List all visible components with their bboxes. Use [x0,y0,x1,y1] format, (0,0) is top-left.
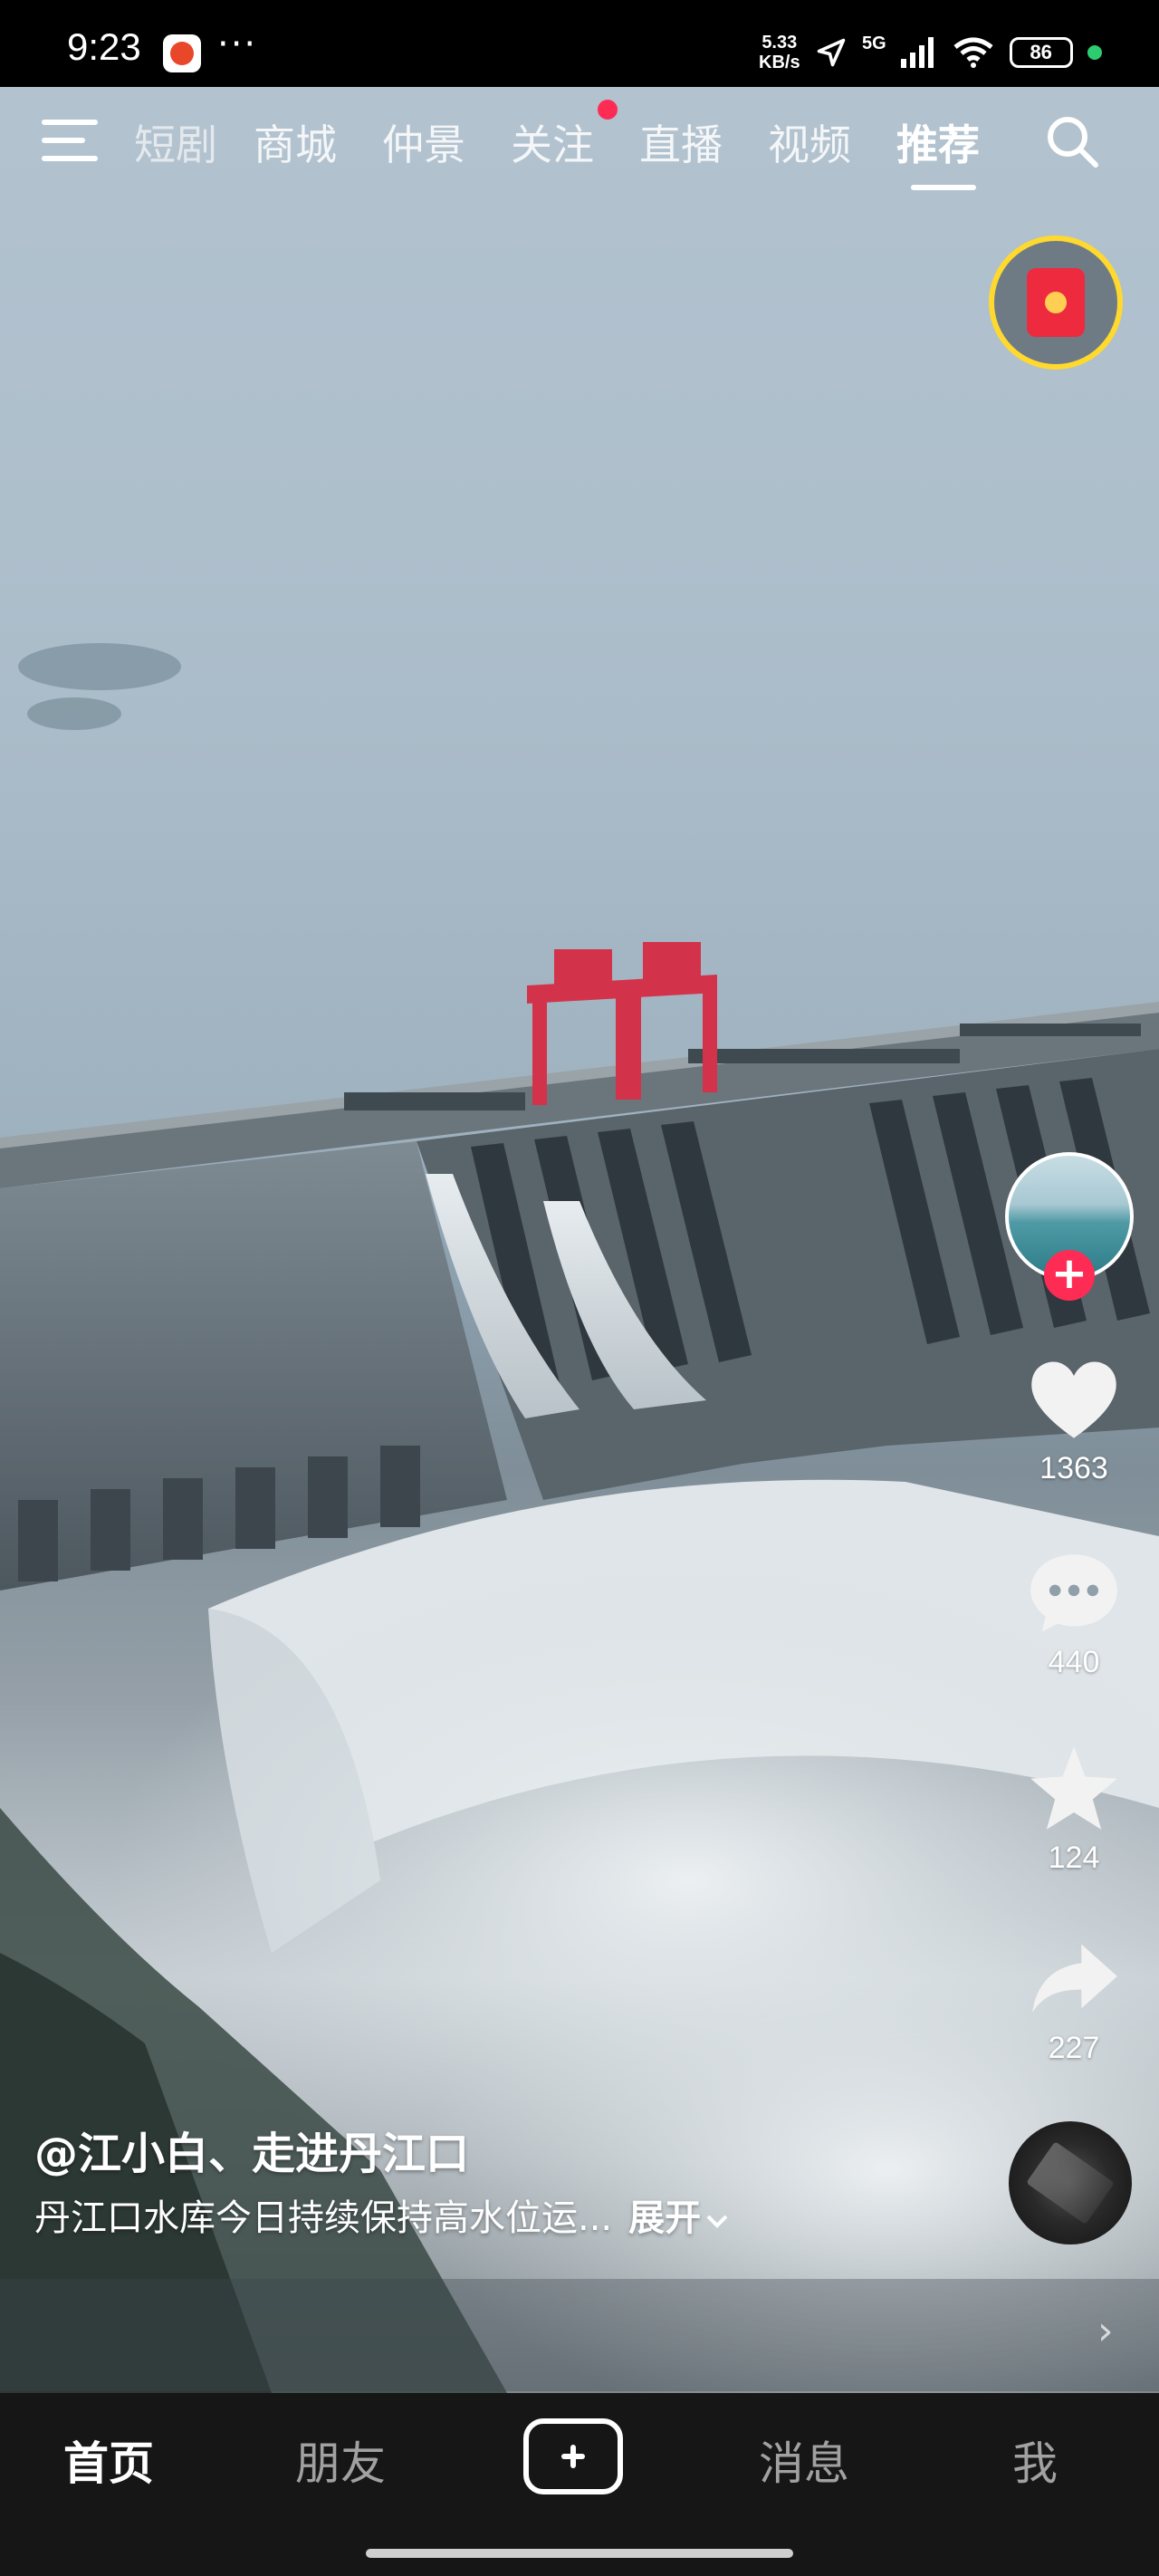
video-description[interactable]: 丹江口水库今日持续保持高水位运... 展开 [34,2188,730,2241]
more-notifications-icon: ··· [217,24,258,65]
video-player[interactable] [0,87,1159,2393]
network-speed-unit: KB/s [759,53,800,72]
tab-recommend[interactable]: 推荐 [896,112,980,172]
chevron-right-icon: › [1097,2308,1114,2354]
comment-icon[interactable] [1027,1549,1121,1636]
expand-label: 展开 [628,2197,702,2239]
favorite-action[interactable]: 124 [1014,1745,1134,1876]
nav-me[interactable]: 我 [1012,2427,1058,2493]
create-plus-button[interactable] [523,2418,623,2494]
network-speed: 5.33 KB/s [759,33,800,72]
search-icon[interactable] [1043,112,1101,170]
star-icon[interactable] [1027,1745,1121,1831]
comment-action[interactable]: 440 [1014,1549,1134,1680]
expand-link[interactable]: 展开 [628,2197,730,2239]
wifi-icon [953,37,993,68]
share-action[interactable]: 227 [1014,1935,1134,2066]
like-action[interactable]: 1363 [1014,1355,1134,1486]
comment-count: 440 [1048,1645,1100,1679]
tab-short-drama[interactable]: 短剧 [134,112,217,172]
menu-icon[interactable] [42,120,98,167]
tab-video[interactable]: 视频 [768,112,851,172]
heart-icon[interactable] [1027,1355,1121,1442]
music-disc-icon[interactable] [1009,2121,1132,2244]
favorite-count: 124 [1048,1841,1100,1875]
signal-icon [900,37,934,68]
red-envelope-icon [1027,268,1085,337]
status-time: 9:23 [67,25,141,68]
nav-friends[interactable]: 朋友 [295,2427,386,2493]
following-new-dot [598,100,618,120]
tab-zhongjing[interactable]: 仲景 [382,112,465,172]
home-indicator[interactable] [366,2549,793,2558]
active-tab-underline [911,185,976,190]
description-text: 丹江口水库今日持续保持高水位运... [34,2197,613,2239]
status-bar: 9:23 ··· 5.33 KB/s 5G 86 [0,0,1159,87]
notification-app-icon [163,34,201,72]
location-icon [817,38,846,67]
related-hint-bar[interactable] [0,2279,1159,2391]
share-count: 227 [1048,2031,1100,2065]
follow-plus-button[interactable]: + [1044,1250,1095,1301]
nav-messages[interactable]: 消息 [759,2427,849,2493]
dam-scene-image [0,643,1159,2393]
network-type: 5G [862,33,886,53]
network-speed-value: 5.33 [761,33,798,53]
privacy-indicator-dot [1087,45,1102,60]
share-arrow-icon[interactable] [1027,1935,1121,2022]
like-count: 1363 [1039,1451,1108,1485]
red-packet-button[interactable] [989,235,1123,370]
tab-mall[interactable]: 商城 [254,112,337,172]
author-name[interactable]: @江小白、走进丹江口 [34,2118,469,2181]
nav-home[interactable]: 首页 [63,2427,154,2493]
chevron-down-icon [706,2215,728,2228]
top-tab-bar: 短剧 商城 仲景 关注 直播 视频 推荐 [0,87,1159,196]
tab-live[interactable]: 直播 [639,112,723,172]
status-icons: 5G 86 [815,33,1102,72]
battery-indicator: 86 [1009,37,1073,68]
tab-following[interactable]: 关注 [511,112,594,172]
